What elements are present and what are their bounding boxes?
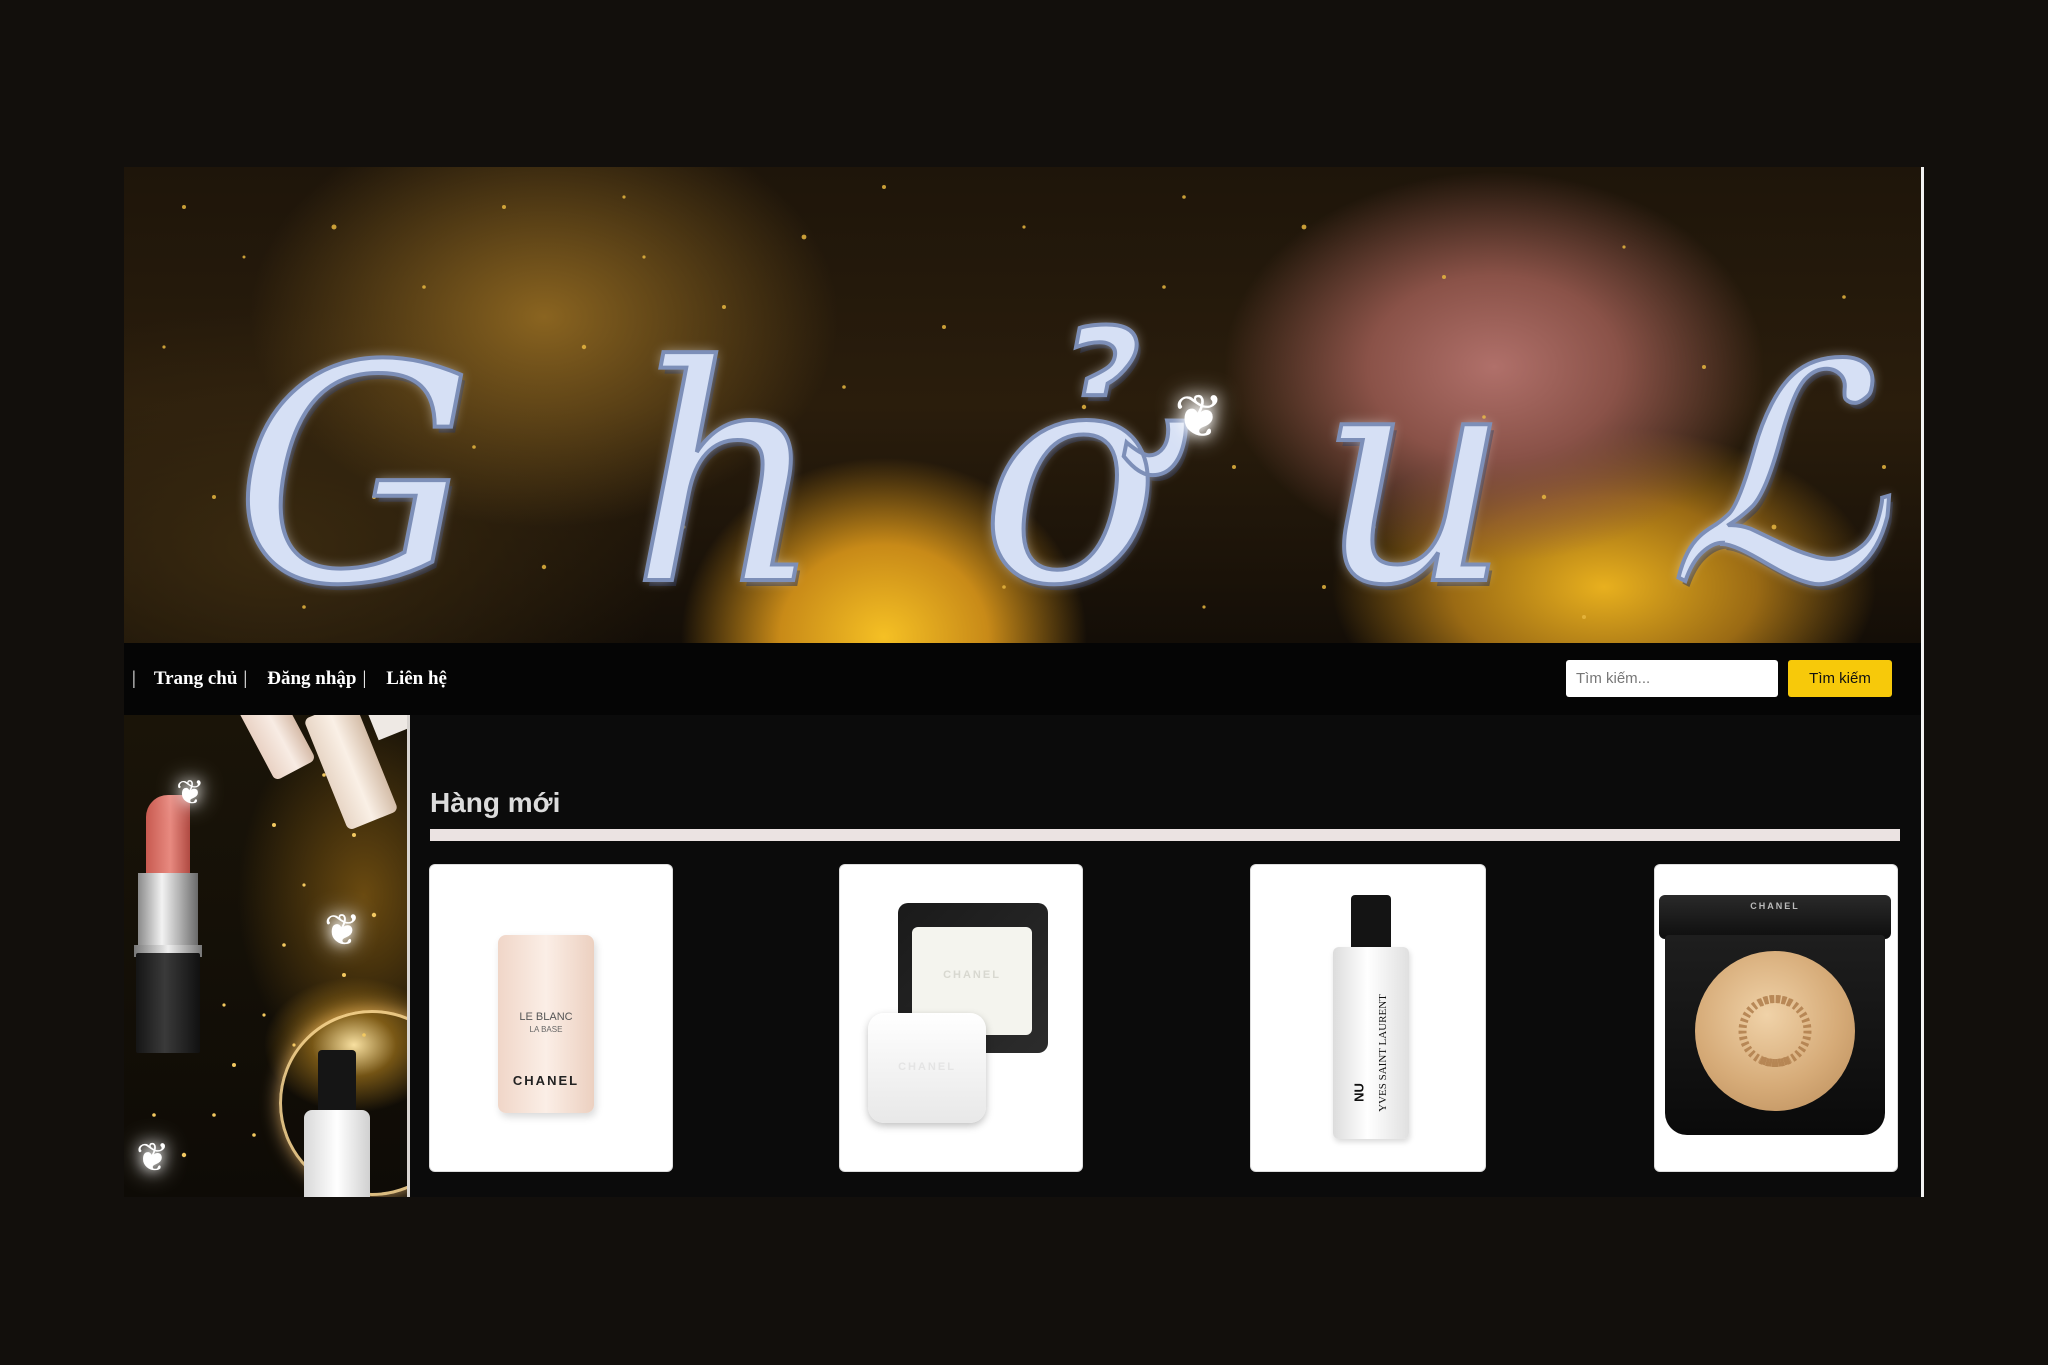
product-card[interactable]: LE BLANC LA BASE CHANEL: [430, 865, 672, 1171]
lipstick-image: [134, 795, 204, 1055]
product-line-label: NU: [1351, 1083, 1367, 1102]
logo-letter: ở: [978, 302, 1163, 643]
double-c-logo-icon: [1738, 995, 1812, 1067]
product-image: CHANEL: [1659, 895, 1891, 939]
logo-letter: ℒ: [1666, 302, 1886, 643]
nav-link-contact[interactable]: Liên hệ: [386, 668, 447, 690]
product-line-label: LA BASE: [529, 1025, 563, 1034]
sidebar-promo-image: ❦ ❦ ❦: [124, 715, 407, 1197]
product-image: CHANEL: [868, 1013, 986, 1123]
product-card[interactable]: CHANEL: [1655, 865, 1897, 1171]
product-image: LE BLANC LA BASE CHANEL: [498, 935, 594, 1113]
logo-letter: G: [232, 302, 476, 643]
nav-separator: |: [132, 668, 136, 689]
main-content: Hàng mới LE BLANC LA BASE CHANEL CHANEL …: [410, 715, 1921, 1197]
nav-separator: |: [362, 668, 367, 689]
serum-cap-image: [318, 1050, 356, 1112]
product-image: [1695, 951, 1855, 1111]
product-image: [1351, 895, 1391, 949]
nav-link-home[interactable]: Trang chủ: [154, 668, 238, 690]
product-brand-label: CHANEL: [1750, 901, 1800, 911]
product-brand-label: CHANEL: [898, 1061, 956, 1073]
product-brand-label: CHANEL: [512, 1073, 580, 1088]
product-brand-label: YVES SAINT LAURENT: [1377, 994, 1389, 1112]
butterfly-icon: ❦: [1174, 383, 1225, 450]
product-brand-label: CHANEL: [943, 969, 1001, 981]
top-navigation-bar: | Trang chủ | Đăng nhập | Liên hệ Tìm ki…: [124, 643, 1921, 715]
nav-separator: |: [243, 668, 248, 689]
page-frame: G h ở u ℒ ❦ | Trang chủ | Đăng nhập | Li…: [124, 167, 1924, 1197]
serum-bottle-image: [304, 1110, 370, 1197]
logo-letter: u: [1316, 302, 1513, 643]
butterfly-icon: ❦: [176, 774, 205, 812]
nav-links: | Trang chủ | Đăng nhập | Liên hệ: [132, 643, 447, 715]
nav-link-login[interactable]: Đăng nhập: [267, 668, 356, 690]
logo-letter: h: [628, 302, 825, 643]
product-image: NU YVES SAINT LAURENT: [1333, 947, 1409, 1139]
butterfly-icon: ❦: [136, 1136, 170, 1180]
section-divider: [430, 829, 1900, 841]
section-title-new-arrivals: Hàng mới: [430, 787, 561, 818]
product-card[interactable]: CHANEL CHANEL: [840, 865, 1082, 1171]
butterfly-icon: ❦: [324, 906, 361, 955]
search-button[interactable]: Tìm kiếm: [1788, 660, 1892, 697]
brand-logo-text: G h ở u ℒ: [232, 267, 1886, 643]
product-card[interactable]: NU YVES SAINT LAURENT: [1251, 865, 1485, 1171]
hero-banner: G h ở u ℒ ❦: [124, 167, 1921, 643]
search-input[interactable]: [1566, 660, 1778, 697]
product-line-label: LE BLANC: [519, 1011, 573, 1023]
